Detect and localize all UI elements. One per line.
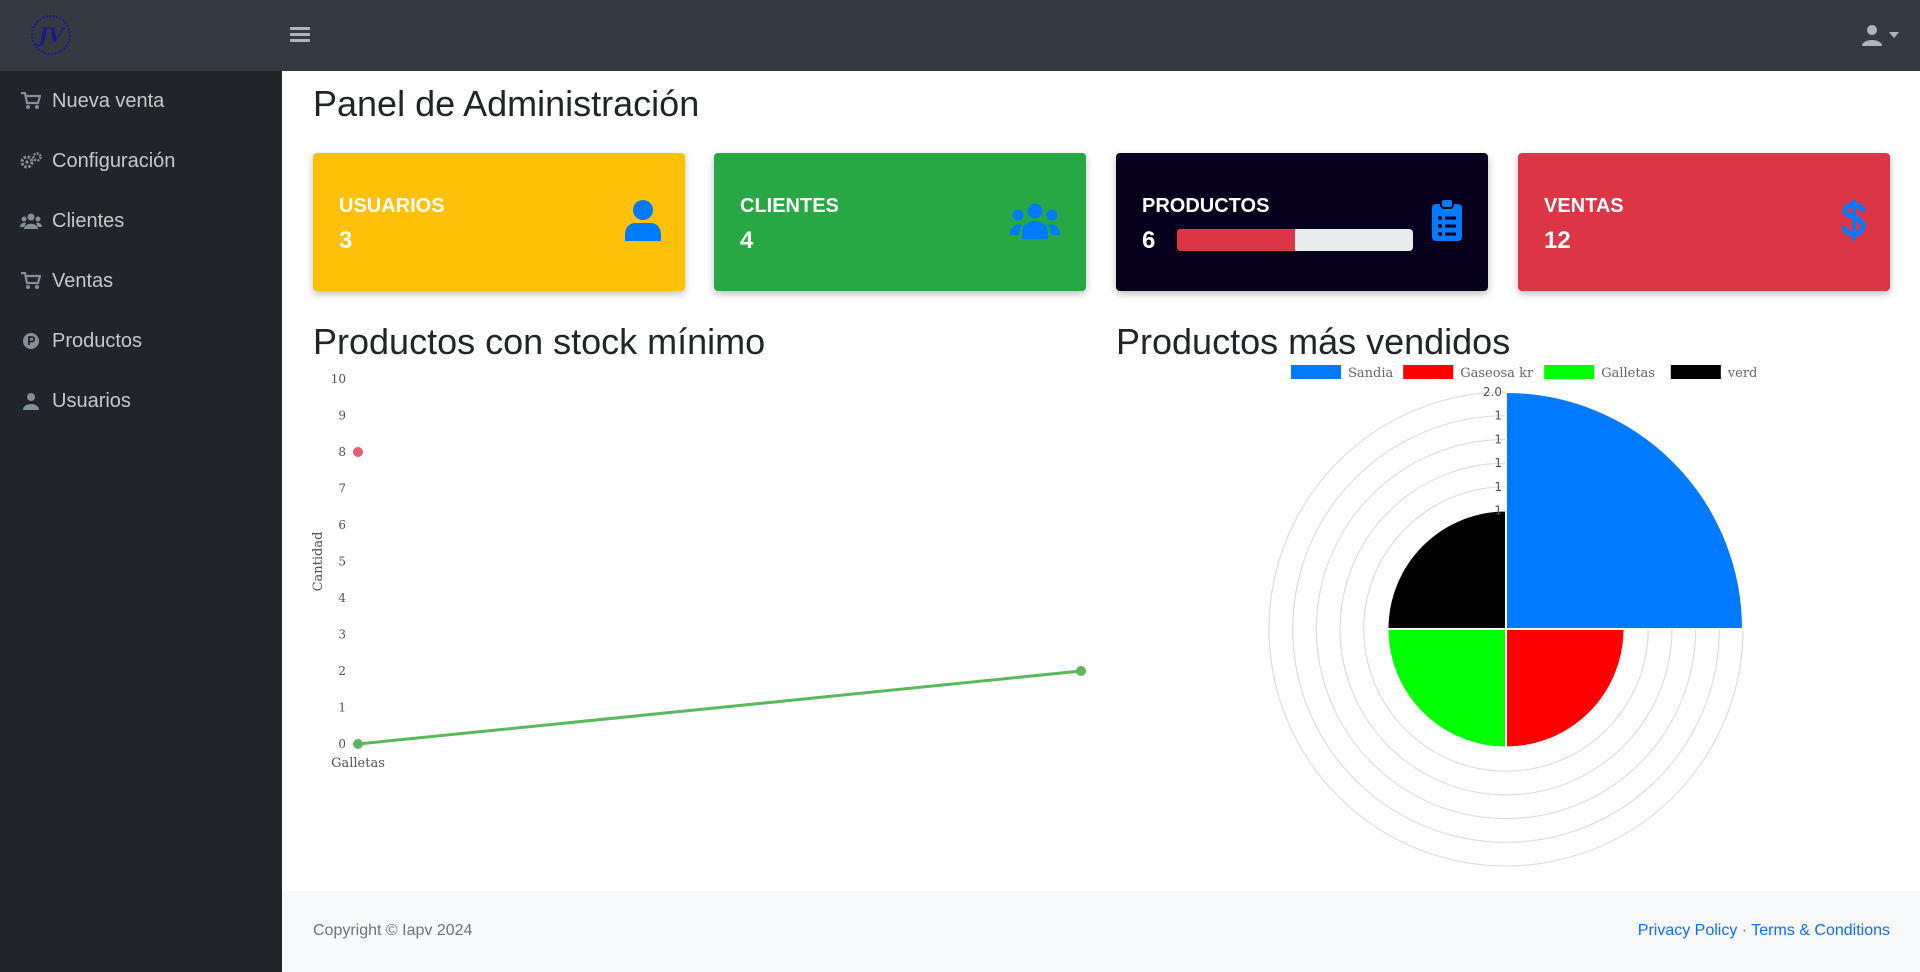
sales-chart-title: Productos más vendidos bbox=[1116, 321, 1511, 362]
sidebar: Nueva venta Configuración Clientes Venta… bbox=[0, 71, 282, 972]
sidebar-item-usuarios[interactable]: Usuarios bbox=[0, 371, 282, 431]
radial-tick-label: 2.0 bbox=[1483, 385, 1502, 399]
y-tick-label: 8 bbox=[338, 445, 346, 459]
cart-icon bbox=[20, 271, 42, 291]
product-hunt-icon bbox=[20, 331, 42, 351]
legend-label: Galletas bbox=[1601, 366, 1655, 381]
sidebar-item-clientes[interactable]: Clientes bbox=[0, 191, 282, 251]
data-point bbox=[353, 447, 363, 457]
radial-tick-label: 1 bbox=[1494, 504, 1502, 518]
sidebar-item-configuracion[interactable]: Configuración bbox=[0, 131, 282, 191]
card-title: VENTAS bbox=[1544, 195, 1624, 217]
legend-swatch bbox=[1403, 365, 1454, 379]
user-dropdown[interactable] bbox=[1862, 24, 1900, 46]
progress-fill bbox=[1177, 229, 1295, 251]
sidebar-item-ventas[interactable]: Ventas bbox=[0, 251, 282, 311]
card-value: 4 bbox=[740, 227, 754, 254]
sales-polar-chart: Sandia Gaseosa kr Galletas verde 1 1 1 1 1 2.0 bbox=[1268, 365, 1756, 867]
card-title: USUARIOS bbox=[339, 195, 445, 217]
y-tick-label: 6 bbox=[338, 518, 346, 532]
caret-down-icon bbox=[1889, 32, 1899, 38]
sidebar-item-label: Productos bbox=[52, 329, 143, 352]
user-icon bbox=[20, 391, 42, 411]
main-content: Panel de Administración USUARIOS 3 CLIEN… bbox=[282, 71, 1920, 891]
series-line bbox=[357, 669, 1082, 746]
y-tick-label: 7 bbox=[338, 482, 346, 496]
y-tick-label: 5 bbox=[338, 555, 346, 569]
user-icon bbox=[625, 199, 661, 246]
card-title: CLIENTES bbox=[740, 195, 839, 217]
y-tick-label: 1 bbox=[338, 701, 346, 715]
dollar-icon bbox=[1841, 199, 1866, 246]
footer-separator: · bbox=[1741, 922, 1748, 939]
card-productos[interactable]: PRODUCTOS 6 bbox=[1116, 153, 1488, 291]
card-clientes[interactable]: CLIENTES 4 bbox=[714, 153, 1086, 291]
y-axis-label: Cantidad bbox=[311, 532, 326, 592]
radial-tick-label: 1 bbox=[1494, 409, 1502, 423]
privacy-policy-link[interactable]: Privacy Policy bbox=[1638, 922, 1738, 939]
clipboard-list-icon bbox=[1432, 198, 1462, 246]
y-tick-label: 10 bbox=[331, 372, 346, 386]
card-value: 12 bbox=[1544, 227, 1571, 254]
page-title: Panel de Administración bbox=[313, 83, 700, 124]
users-icon bbox=[1010, 203, 1060, 244]
radial-tick-label: 1 bbox=[1494, 432, 1502, 446]
x-tick-label: Galletas bbox=[331, 756, 385, 771]
radial-tick-label: 1 bbox=[1494, 480, 1502, 494]
sidebar-item-label: Clientes bbox=[52, 209, 125, 232]
card-title: PRODUCTOS bbox=[1142, 195, 1270, 217]
products-progress-bar bbox=[1177, 229, 1413, 251]
legend-swatch bbox=[1291, 365, 1341, 379]
y-tick-label: 2 bbox=[338, 664, 346, 678]
card-value: 3 bbox=[339, 227, 353, 254]
sidebar-item-label: Configuración bbox=[52, 149, 176, 172]
y-tick-label: 9 bbox=[338, 409, 346, 423]
footer: Copyright © Iapv 2024 Privacy Policy · T… bbox=[282, 891, 1920, 972]
card-usuarios[interactable]: USUARIOS 3 bbox=[313, 153, 685, 291]
user-icon bbox=[1862, 25, 1882, 46]
sidebar-item-label: Ventas bbox=[52, 269, 114, 292]
polar-slice bbox=[1505, 390, 1745, 630]
sidebar-item-label: Nueva venta bbox=[52, 89, 165, 112]
svg-text:JV: JV bbox=[35, 23, 66, 47]
sidebar-toggle-button[interactable] bbox=[290, 24, 310, 48]
y-tick-label: 3 bbox=[338, 628, 346, 642]
legend-label: verde bbox=[1727, 366, 1756, 381]
stock-chart-title: Productos con stock mínimo bbox=[313, 321, 766, 362]
gears-icon bbox=[20, 151, 42, 171]
radial-tick-label: 1 bbox=[1494, 456, 1502, 470]
legend-swatch bbox=[1670, 365, 1721, 379]
data-point bbox=[1076, 666, 1086, 676]
card-value: 6 bbox=[1142, 227, 1156, 254]
legend-label: Sandia bbox=[1348, 366, 1394, 381]
footer-links: Privacy Policy · Terms & Conditions bbox=[1638, 922, 1890, 940]
legend-swatch bbox=[1544, 365, 1595, 379]
y-tick-label: 0 bbox=[338, 737, 346, 751]
brand-logo[interactable]: JV bbox=[28, 14, 74, 56]
data-point bbox=[353, 739, 363, 749]
cart-icon bbox=[20, 91, 42, 111]
stock-line-chart: 0 1 2 3 4 5 6 7 8 9 10 Galletas Cantidad bbox=[311, 372, 1086, 771]
menu-icon bbox=[290, 27, 310, 30]
sidebar-item-label: Usuarios bbox=[52, 389, 131, 412]
top-navbar: JV bbox=[0, 0, 1920, 71]
copyright-text: Copyright © Iapv 2024 bbox=[313, 922, 473, 939]
sidebar-item-productos[interactable]: Productos bbox=[0, 311, 282, 371]
sidebar-item-nueva-venta[interactable]: Nueva venta bbox=[0, 71, 282, 131]
y-tick-label: 4 bbox=[338, 591, 346, 605]
terms-link[interactable]: Terms & Conditions bbox=[1751, 922, 1890, 939]
legend-label: Gaseosa kr bbox=[1460, 366, 1534, 381]
users-icon bbox=[20, 211, 42, 231]
card-ventas[interactable]: VENTAS 12 bbox=[1518, 153, 1890, 291]
